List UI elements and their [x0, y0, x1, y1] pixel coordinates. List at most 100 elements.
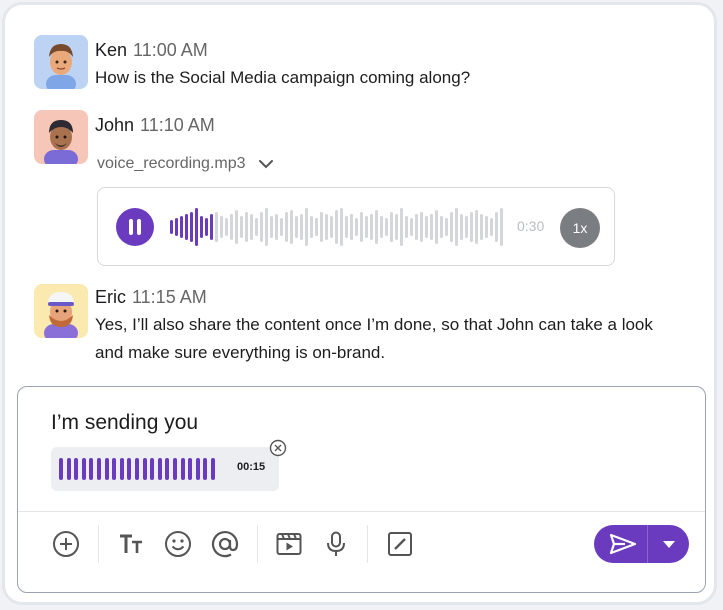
- message-composer[interactable]: I’m sending you 00:15: [17, 386, 706, 593]
- waveform-bar: [480, 214, 483, 240]
- waveform-bar: [465, 216, 468, 238]
- waveform-bar: [500, 208, 503, 246]
- waveform-bar: [275, 214, 278, 240]
- send-options-chevron-icon[interactable]: [662, 540, 676, 549]
- send-icon[interactable]: [609, 533, 637, 555]
- waveform-bar: [430, 214, 433, 240]
- waveform-bar: [380, 216, 383, 238]
- waveform-bar: [295, 216, 298, 238]
- waveform-bar: [445, 218, 448, 236]
- waveform-bar: [495, 212, 498, 242]
- waveform-bar: [225, 218, 228, 236]
- waveform-bar: [440, 216, 443, 238]
- attachment-waveform: [59, 458, 215, 480]
- waveform-bar: [300, 214, 303, 240]
- waveform-bar: [210, 214, 213, 240]
- microphone-icon[interactable]: [322, 530, 350, 558]
- message-time: 11:00 AM: [133, 40, 208, 60]
- waveform-bar: [240, 216, 243, 238]
- audio-duration: 0:30: [517, 218, 545, 234]
- waveform-bar: [320, 212, 323, 242]
- waveform-bar: [245, 212, 248, 242]
- waveform-bar: [250, 214, 253, 240]
- attachment-file-row[interactable]: voice_recording.mp3: [97, 155, 274, 173]
- avatar-eric[interactable]: [34, 284, 88, 338]
- waveform-bar: [205, 218, 208, 236]
- pause-icon: [137, 219, 141, 235]
- add-circle-icon[interactable]: [52, 530, 80, 558]
- message-text-eric-line1: Yes, I’ll also share the content once I’…: [95, 315, 653, 334]
- mention-icon[interactable]: [211, 530, 239, 558]
- playback-speed-button[interactable]: 1x: [560, 208, 600, 248]
- message-header-john: John 11:10 AM: [95, 115, 215, 136]
- waveform-bar: [310, 216, 313, 238]
- waveform-bar: [325, 214, 328, 240]
- waveform-bar: [415, 214, 418, 240]
- avatar-john[interactable]: [34, 110, 88, 164]
- voice-attachment[interactable]: 00:15: [51, 447, 279, 491]
- waveform-bar: [195, 208, 198, 246]
- attachment-filename[interactable]: voice_recording.mp3: [97, 155, 246, 173]
- author-name[interactable]: John: [95, 115, 134, 135]
- waveform-bar: [460, 214, 463, 240]
- waveform-bar: [285, 212, 288, 242]
- video-icon[interactable]: [275, 530, 303, 558]
- waveform-bar: [425, 216, 428, 238]
- pause-icon: [129, 219, 133, 235]
- attachment-duration: 00:15: [237, 461, 266, 473]
- pause-button[interactable]: [116, 208, 154, 246]
- edit-box-icon[interactable]: [386, 530, 414, 558]
- waveform-bar: [400, 208, 403, 246]
- message-text-ken: How is the Social Media campaign coming …: [95, 68, 471, 87]
- waveform-bar: [365, 216, 368, 238]
- send-button-group: [594, 525, 689, 563]
- avatar-ken[interactable]: [34, 35, 88, 89]
- author-name[interactable]: Eric: [95, 287, 126, 307]
- audio-waveform[interactable]: [170, 206, 510, 248]
- waveform-bar: [340, 208, 343, 246]
- waveform-bar: [470, 212, 473, 242]
- author-name[interactable]: Ken: [95, 40, 127, 60]
- close-icon[interactable]: [269, 439, 287, 457]
- waveform-bar: [385, 218, 388, 236]
- waveform-bar: [360, 212, 363, 242]
- message-text-eric-line2: and make sure everything is on-brand.: [95, 343, 386, 362]
- waveform-bar: [185, 214, 188, 240]
- send-divider: [647, 525, 648, 563]
- waveform-bar: [305, 208, 308, 246]
- toolbar-divider: [18, 511, 705, 512]
- waveform-bar: [270, 216, 273, 238]
- waveform-bar: [180, 216, 183, 238]
- audio-player: 0:30 1x: [97, 187, 615, 266]
- waveform-bar: [435, 210, 438, 244]
- waveform-bar: [350, 214, 353, 240]
- waveform-bar: [405, 216, 408, 238]
- waveform-bar: [235, 210, 238, 244]
- waveform-bar: [175, 218, 178, 236]
- message-header-eric: Eric 11:15 AM: [95, 287, 207, 308]
- waveform-bar: [265, 208, 268, 246]
- toolbar-separator: [98, 525, 99, 563]
- text-format-icon[interactable]: [117, 530, 145, 558]
- waveform-bar: [335, 210, 338, 244]
- emoji-icon[interactable]: [164, 530, 192, 558]
- waveform-bar: [375, 210, 378, 244]
- waveform-bar: [455, 208, 458, 246]
- waveform-bar: [190, 212, 193, 242]
- waveform-bar: [450, 212, 453, 242]
- waveform-bar: [260, 212, 263, 242]
- waveform-bar: [485, 216, 488, 238]
- waveform-bar: [345, 216, 348, 238]
- waveform-bar: [410, 218, 413, 236]
- message-time: 11:10 AM: [140, 115, 215, 135]
- waveform-bar: [255, 218, 258, 236]
- waveform-bar: [170, 220, 173, 234]
- waveform-bar: [355, 218, 358, 236]
- toolbar-separator: [257, 525, 258, 563]
- waveform-bar: [220, 216, 223, 238]
- waveform-bar: [370, 214, 373, 240]
- chevron-down-icon[interactable]: [258, 159, 274, 169]
- message-header-ken: Ken 11:00 AM: [95, 40, 208, 61]
- waveform-bar: [290, 210, 293, 244]
- composer-input[interactable]: I’m sending you: [51, 411, 198, 435]
